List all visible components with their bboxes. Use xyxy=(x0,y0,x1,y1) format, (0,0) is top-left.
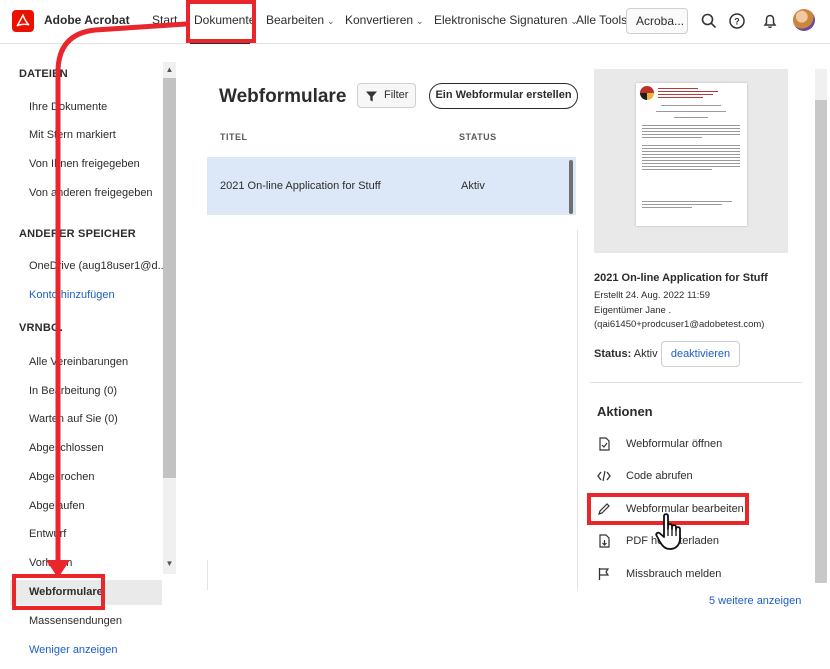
hand-cursor-icon xyxy=(655,513,681,550)
annotation-arrow xyxy=(46,21,189,578)
